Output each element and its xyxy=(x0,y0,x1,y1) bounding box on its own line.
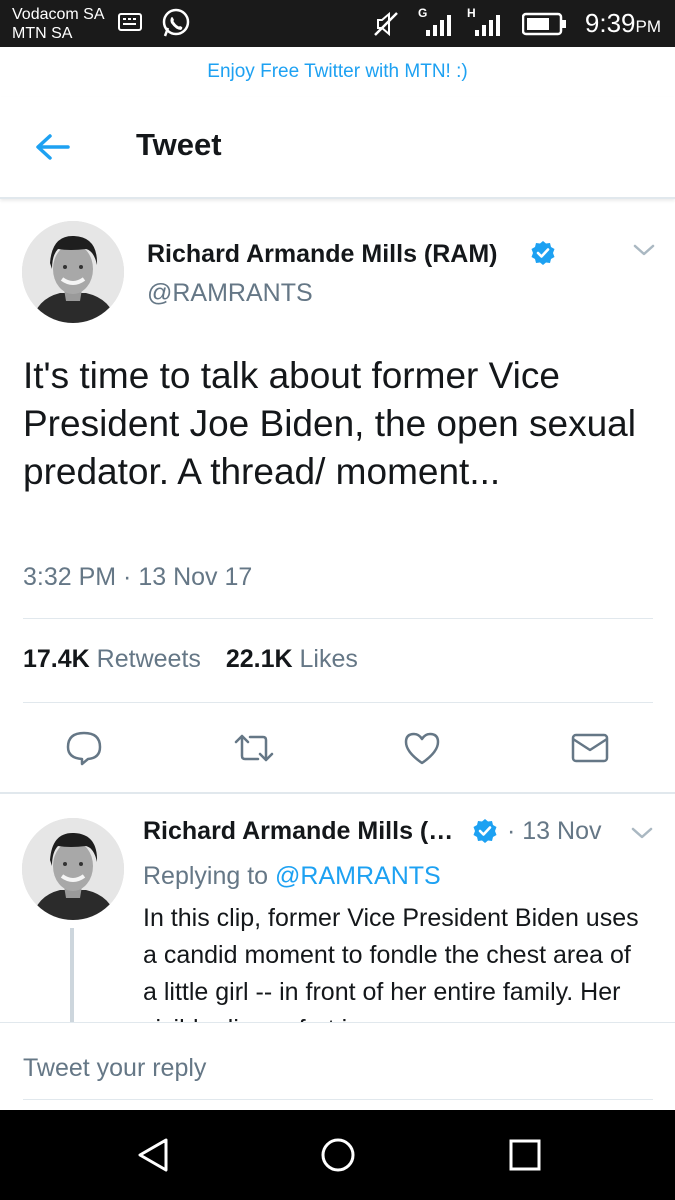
nav-recent-button[interactable] xyxy=(505,1135,545,1175)
promo-banner[interactable]: Enjoy Free Twitter with MTN! :) xyxy=(0,47,675,97)
like-button[interactable] xyxy=(402,728,442,768)
reply-date: · 13 Nov xyxy=(507,817,602,845)
composer-underline xyxy=(23,1099,653,1100)
retweets-stat[interactable]: 17.4K Retweets xyxy=(23,645,201,673)
divider xyxy=(23,702,653,703)
verified-badge-icon xyxy=(531,241,555,265)
triangle-back-icon xyxy=(138,1138,168,1172)
retweet-icon xyxy=(234,734,274,762)
app-header: Tweet xyxy=(0,97,675,199)
keyboard-icon xyxy=(118,13,142,36)
chevron-down-icon[interactable] xyxy=(632,243,656,257)
whatsapp-icon xyxy=(160,7,192,44)
likes-stat[interactable]: 22.1K Likes xyxy=(226,645,358,673)
verified-badge-icon xyxy=(473,819,497,843)
envelope-icon xyxy=(571,733,609,763)
reply-author-avatar[interactable] xyxy=(22,818,124,920)
back-button[interactable] xyxy=(30,127,74,167)
divider xyxy=(23,618,653,619)
circle-home-icon xyxy=(321,1138,355,1172)
author-name[interactable]: Richard Armande Mills (RAM) xyxy=(147,239,498,269)
mute-icon xyxy=(372,10,400,43)
section-divider xyxy=(0,792,675,794)
author-handle[interactable]: @RAMRANTS xyxy=(147,278,313,308)
system-nav-bar xyxy=(0,1110,675,1200)
clock: 9:39PM xyxy=(584,8,661,38)
tweet-timestamp: 3:32 PM · 13 Nov 17 xyxy=(23,563,253,591)
mention-link[interactable]: @RAMRANTS xyxy=(275,862,441,890)
reply-composer[interactable]: Tweet your reply xyxy=(0,1022,675,1110)
heart-icon xyxy=(404,732,440,765)
carrier-primary: Vodacom SA xyxy=(12,6,105,23)
signal-icon xyxy=(473,14,503,41)
thread-line xyxy=(70,928,74,1022)
nav-back-button[interactable] xyxy=(134,1135,174,1175)
square-recent-icon xyxy=(509,1139,541,1171)
carrier-info: Vodacom SA MTN SA xyxy=(12,5,105,43)
page-title: Tweet xyxy=(136,127,222,162)
signal-icon xyxy=(424,14,454,41)
reply-icon xyxy=(66,731,102,766)
tweet-stats: 17.4K Retweets 22.1K Likes xyxy=(23,644,358,674)
carrier-secondary: MTN SA xyxy=(12,25,73,42)
arrow-left-icon xyxy=(36,134,70,160)
retweet-button[interactable] xyxy=(232,728,274,768)
author-avatar[interactable] xyxy=(22,221,124,323)
nav-home-button[interactable] xyxy=(318,1135,358,1175)
tweet-text: It's time to talk about former Vice Pres… xyxy=(23,355,636,492)
chevron-down-icon[interactable] xyxy=(630,826,654,840)
replying-to: Replying to @RAMRANTS xyxy=(143,862,441,890)
reply-input[interactable]: Tweet your reply xyxy=(23,1053,206,1083)
reply-text: In this clip, former Vice President Bide… xyxy=(143,904,639,1022)
reply-author-name[interactable]: Richard Armande Mills (… xyxy=(143,816,453,846)
reply-button[interactable] xyxy=(64,728,104,768)
message-button[interactable] xyxy=(570,728,610,768)
battery-icon xyxy=(521,12,568,41)
status-bar: Vodacom SA MTN SA G H 9:39PM xyxy=(0,0,675,47)
